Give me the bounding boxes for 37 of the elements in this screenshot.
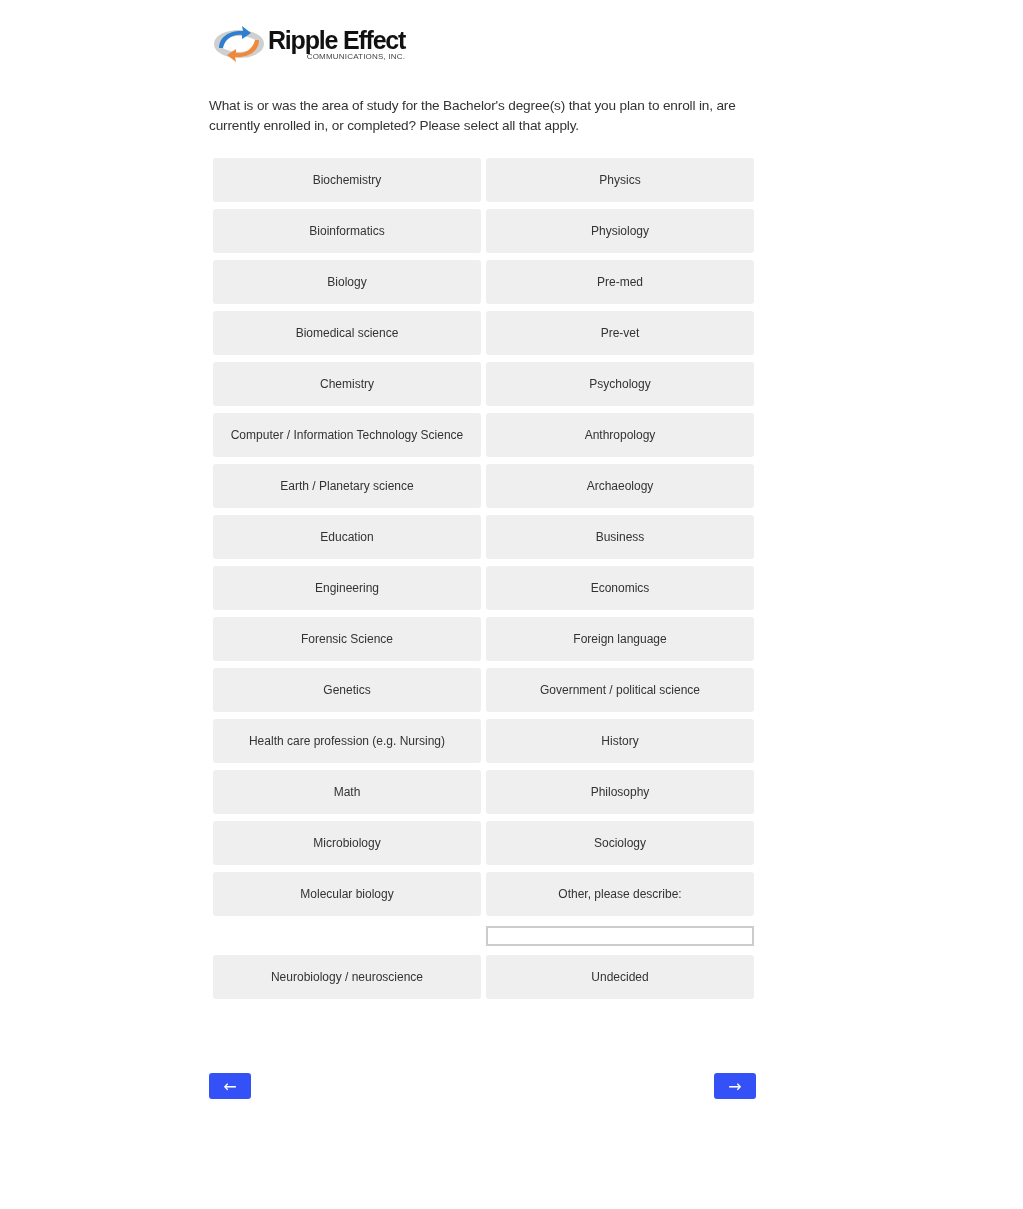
answer-option[interactable]: Education (213, 515, 481, 559)
answer-option[interactable]: Other, please describe: (486, 872, 754, 916)
question-text: What is or was the area of study for the Bachelor's degree(s) that you plan to enroll in, are currently enrolled in, or completed? Please select all that apply. (209, 97, 737, 135)
answer-option[interactable]: Anthropology (486, 413, 754, 457)
answer-option[interactable]: Forensic Science (213, 617, 481, 661)
answer-option[interactable]: Pre-vet (486, 311, 754, 355)
answer-option[interactable]: Foreign language (486, 617, 754, 661)
answer-option[interactable]: History (486, 719, 754, 763)
back-button[interactable]: ← (209, 1073, 251, 1099)
answer-option[interactable]: Molecular biology (213, 872, 481, 916)
answer-option[interactable]: Computer / Information Technology Science (213, 413, 481, 457)
answer-option[interactable]: Archaeology (486, 464, 754, 508)
answer-option[interactable]: Philosophy (486, 770, 754, 814)
answer-option[interactable]: Physics (486, 158, 754, 202)
logo-name: Ripple Effect (268, 27, 406, 52)
answer-option[interactable]: Bioinformatics (213, 209, 481, 253)
answer-option[interactable]: Health care profession (e.g. Nursing) (213, 719, 481, 763)
answer-option[interactable]: Pre-med (486, 260, 754, 304)
answer-option[interactable]: Sociology (486, 821, 754, 865)
answer-option[interactable]: Economics (486, 566, 754, 610)
answer-option[interactable]: Neurobiology / neuroscience (213, 955, 481, 999)
answer-option[interactable]: Biochemistry (213, 158, 481, 202)
answer-option[interactable]: Genetics (213, 668, 481, 712)
answer-option[interactable]: Microbiology (213, 821, 481, 865)
answer-option[interactable]: Chemistry (213, 362, 481, 406)
next-button[interactable]: → (714, 1073, 756, 1099)
answer-option[interactable]: Biomedical science (213, 311, 481, 355)
answer-option[interactable]: Business (486, 515, 754, 559)
answer-option[interactable]: Psychology (486, 362, 754, 406)
answer-option[interactable]: Government / political science (486, 668, 754, 712)
answer-option[interactable]: Math (213, 770, 481, 814)
answer-option[interactable]: Engineering (213, 566, 481, 610)
answer-option[interactable]: Biology (213, 260, 481, 304)
answer-option[interactable]: Earth / Planetary science (213, 464, 481, 508)
answer-option[interactable]: Physiology (486, 209, 754, 253)
other-input-field[interactable] (486, 926, 754, 946)
answer-option[interactable]: Undecided (486, 955, 754, 999)
